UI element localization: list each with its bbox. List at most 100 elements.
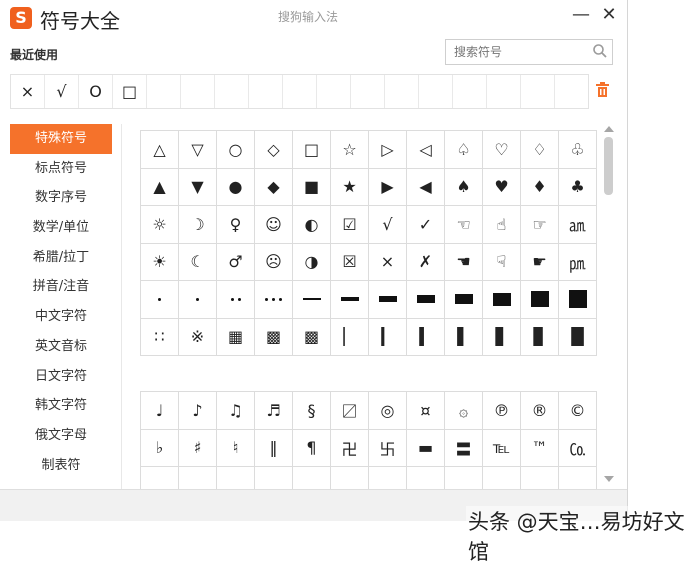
recent-cell[interactable]: √ [45, 75, 79, 108]
symbol-cell[interactable]: 卍 [331, 429, 369, 467]
symbol-cell[interactable]: ‖ [255, 429, 293, 467]
symbol-cell[interactable]: ㏘ [559, 243, 597, 281]
trash-icon[interactable] [596, 82, 609, 97]
symbol-cell[interactable]: ☹ [255, 243, 293, 281]
symbol-cell[interactable]: ◇ [255, 131, 293, 169]
symbol-cell[interactable] [445, 281, 483, 319]
minimize-button[interactable]: — [570, 4, 592, 26]
symbol-cell[interactable]: 〓 [445, 429, 483, 467]
symbol-cell[interactable]: ♡ [483, 131, 521, 169]
sidebar-item[interactable]: 数学/单位 [10, 213, 112, 243]
symbol-cell[interactable]: ▩ [293, 318, 331, 356]
symbol-cell[interactable]: ☟ [483, 243, 521, 281]
symbol-cell[interactable]: ★ [331, 168, 369, 206]
symbol-cell[interactable] [293, 467, 331, 490]
symbol-cell[interactable]: ℗ [483, 392, 521, 430]
sidebar-item[interactable]: 特殊符号 [10, 124, 112, 154]
symbol-cell[interactable]: ♀ [217, 206, 255, 244]
sidebar-item[interactable]: 数字序号 [10, 183, 112, 213]
symbol-cell[interactable]: ■ [293, 168, 331, 206]
symbol-cell[interactable]: ♮ [217, 429, 255, 467]
recent-cell[interactable]: × [11, 75, 45, 108]
symbol-cell[interactable]: ▎ [369, 318, 407, 356]
symbol-cell[interactable] [179, 467, 217, 490]
symbol-cell[interactable]: ☜ [445, 206, 483, 244]
symbol-cell[interactable] [559, 281, 597, 319]
symbol-cell[interactable]: ™ [521, 429, 559, 467]
sidebar-item[interactable]: 韩文字符 [10, 391, 112, 421]
symbol-cell[interactable]: ¤ [407, 392, 445, 430]
symbol-cell[interactable]: ▬ [407, 429, 445, 467]
symbol-cell[interactable]: ◑ [293, 243, 331, 281]
sidebar-item[interactable]: 制表符 [10, 451, 112, 481]
sidebar-item[interactable]: 标点符号 [10, 154, 112, 184]
symbol-cell[interactable] [407, 281, 445, 319]
symbol-cell[interactable] [141, 467, 179, 490]
symbol-cell[interactable]: ☀ [141, 243, 179, 281]
sidebar-item[interactable]: 中文字符 [10, 302, 112, 332]
recent-cell[interactable] [317, 75, 351, 108]
symbol-cell[interactable]: ☒ [331, 243, 369, 281]
symbol-cell[interactable]: ☑ [331, 206, 369, 244]
recent-cell[interactable] [147, 75, 181, 108]
symbol-cell[interactable]: √ [369, 206, 407, 244]
symbol-cell[interactable] [483, 281, 521, 319]
symbol-cell[interactable]: ○ [217, 131, 255, 169]
symbol-cell[interactable]: ◁ [407, 131, 445, 169]
sidebar-item[interactable]: 希腊/拉丁 [10, 243, 112, 273]
recent-cell[interactable] [453, 75, 487, 108]
symbol-cell[interactable]: ◀ [407, 168, 445, 206]
recent-cell[interactable] [351, 75, 385, 108]
symbol-cell[interactable]: ☚ [445, 243, 483, 281]
symbol-cell[interactable]: ☆ [331, 131, 369, 169]
search-input[interactable] [452, 44, 586, 60]
symbol-cell[interactable]: © [559, 392, 597, 430]
symbol-cell[interactable]: ☺ [255, 206, 293, 244]
symbol-cell[interactable]: ♩ [141, 392, 179, 430]
symbol-cell[interactable] [445, 467, 483, 490]
symbol-cell[interactable] [331, 281, 369, 319]
symbol-cell[interactable]: ♪ [179, 392, 217, 430]
symbol-cell[interactable]: ▊ [521, 318, 559, 356]
recent-cell[interactable] [487, 75, 521, 108]
symbol-cell[interactable] [521, 281, 559, 319]
symbol-cell[interactable]: ◆ [255, 168, 293, 206]
symbol-cell[interactable]: ☾ [179, 243, 217, 281]
symbol-cell[interactable]: ♢ [521, 131, 559, 169]
recent-cell[interactable]: □ [113, 75, 147, 108]
symbol-cell[interactable]: ☝ [483, 206, 521, 244]
sidebar-item[interactable]: 俄文字母 [10, 421, 112, 451]
sidebar-item[interactable]: 日文字符 [10, 362, 112, 392]
scroll-up-icon[interactable] [604, 126, 614, 132]
recent-cell[interactable] [181, 75, 215, 108]
symbol-cell[interactable] [369, 281, 407, 319]
symbol-cell[interactable]: ♫ [217, 392, 255, 430]
symbol-cell[interactable]: ✓ [407, 206, 445, 244]
symbol-cell[interactable]: ◎ [369, 392, 407, 430]
symbol-cell[interactable]: ☼ [141, 206, 179, 244]
sidebar-item[interactable]: 拼音/注音 [10, 272, 112, 302]
recent-cell[interactable] [283, 75, 317, 108]
symbol-cell[interactable]: ∷ [141, 318, 179, 356]
recent-cell[interactable]: O [79, 75, 113, 108]
symbol-cell[interactable]: ▷ [369, 131, 407, 169]
symbol-cell[interactable]: ♬ [255, 392, 293, 430]
symbol-cell[interactable]: ♤ [445, 131, 483, 169]
recent-cell[interactable] [249, 75, 283, 108]
symbol-cell[interactable]: ℡ [483, 429, 521, 467]
symbol-cell[interactable] [521, 467, 559, 490]
symbol-cell[interactable]: 卐 [369, 429, 407, 467]
symbol-cell[interactable]: ▩ [255, 318, 293, 356]
symbol-cell[interactable]: ♠ [445, 168, 483, 206]
symbol-cell[interactable]: ♥ [483, 168, 521, 206]
recent-cell[interactable] [419, 75, 453, 108]
symbol-cell[interactable]: △ [141, 131, 179, 169]
symbol-cell[interactable]: █ [559, 318, 597, 356]
symbol-cell[interactable] [331, 467, 369, 490]
symbol-cell[interactable]: ® [521, 392, 559, 430]
symbol-cell[interactable]: ㏂ [559, 206, 597, 244]
symbol-cell[interactable]: □ [293, 131, 331, 169]
recent-cell[interactable] [215, 75, 249, 108]
recent-cell[interactable] [385, 75, 419, 108]
scrollbar[interactable] [603, 126, 614, 482]
